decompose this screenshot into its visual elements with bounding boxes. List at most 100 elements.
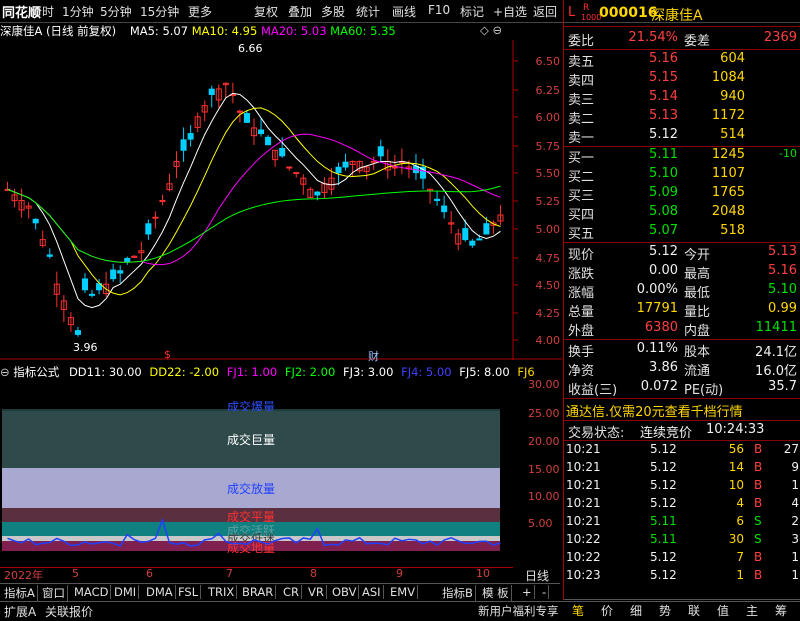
- time-label: 5: [72, 567, 79, 580]
- tick-row: 10:21 5.12 14 B 9: [566, 460, 799, 474]
- extend-a-button[interactable]: 扩展A: [4, 603, 36, 620]
- bid-row[interactable]: 买一 5.11 1245 -10: [564, 147, 800, 166]
- tick-row: 10:21 5.12 4 B 4: [566, 496, 799, 510]
- tab-3[interactable]: DMI: [112, 585, 140, 599]
- tab-2[interactable]: MACD: [72, 585, 112, 599]
- price-axis: 6.50 6.25 6.00 5.75 5.50 5.25 5.00 4.75 4.50 4.25…: [520, 0, 561, 360]
- tb-fenshi[interactable]: 分时: [30, 3, 54, 20]
- time-label: 8: [310, 567, 317, 580]
- tb-f10[interactable]: F10: [428, 3, 450, 17]
- indicator-tick: 20.00: [528, 435, 560, 448]
- ask-row[interactable]: 卖四 5.15 1084: [564, 70, 800, 89]
- bid-row[interactable]: 买四 5.08 2048: [564, 204, 800, 223]
- quote-tab-0[interactable]: 笔: [565, 602, 591, 619]
- tab-9[interactable]: VR: [306, 585, 327, 599]
- stat-row: 总量 17791 量比 0.99: [568, 301, 797, 320]
- assoc-quote-button[interactable]: 关联报价: [45, 603, 93, 620]
- promo-banner[interactable]: 通达信.仅需20元查看千档行情: [564, 401, 800, 420]
- tick-row: 10:21 5.11 6 S 2: [566, 514, 799, 528]
- tick-row: 10:21 5.12 56 B 27: [566, 442, 799, 456]
- settings-icon[interactable]: ◇ ⊖: [480, 23, 502, 37]
- tb-stats[interactable]: 统计: [356, 3, 380, 20]
- candle-body: [74, 330, 81, 335]
- bid-row[interactable]: 买二 5.10 1107: [564, 166, 800, 185]
- candle-body: [152, 216, 159, 219]
- candle-body: [391, 166, 398, 169]
- indicator-menu-icon[interactable]: ⊖: [0, 365, 13, 379]
- tb-fuquan[interactable]: 复权: [254, 3, 278, 20]
- stat2-row: 净资 3.86 流通 16.0亿: [568, 360, 797, 379]
- bid-row[interactable]: 买三 5.09 1765: [564, 185, 800, 204]
- price-tick: 6.25: [535, 84, 561, 97]
- event-marker-s[interactable]: $: [164, 348, 171, 361]
- tab-8[interactable]: CR: [281, 585, 303, 599]
- time-label: 2022年: [4, 569, 43, 582]
- tab-12[interactable]: EMV: [388, 585, 419, 599]
- tb-1min[interactable]: 1分钟: [62, 3, 94, 20]
- tab-daily[interactable]: 日线: [525, 567, 549, 584]
- tab-15[interactable]: +: [520, 585, 535, 599]
- status-bar: 扩展A 关联报价 新用户福利专享: [0, 601, 800, 621]
- fj2-label: FJ2: 2.00: [284, 365, 336, 379]
- time-axis: 2022年 5 6 7 8 9 10: [0, 567, 513, 582]
- candlestick-chart[interactable]: [0, 40, 562, 360]
- tick-row: 10:23 5.12 1 B 1: [566, 568, 799, 582]
- indicator-tick: 30.00: [528, 378, 560, 391]
- ma5-label: MA5: 5.07: [129, 24, 189, 38]
- tab-0[interactable]: 指标A: [2, 585, 38, 601]
- tb-draw[interactable]: 画线: [392, 3, 416, 20]
- time-label: 10: [476, 567, 490, 580]
- indicator-pane[interactable]: 成交爆量 成交巨量 成交放量 成交平量 成交活跃 成交低迷 成交地量: [0, 382, 513, 568]
- tab-10[interactable]: OBV: [330, 585, 360, 599]
- ask-row[interactable]: 卖二 5.13 1172: [564, 108, 800, 127]
- tick-row: 10:22 5.12 7 B 1: [566, 550, 799, 564]
- tb-more[interactable]: 更多: [188, 3, 212, 20]
- indicator-header: ⊖ 指标公式 DD11: 30.00 DD22: -2.00 FJ1: 1.00…: [0, 364, 535, 382]
- tab-5[interactable]: FSL: [176, 585, 202, 599]
- quote-tab-2[interactable]: 细: [623, 602, 649, 619]
- ask-row[interactable]: 卖五 5.16 604: [564, 51, 800, 70]
- tab-7[interactable]: BRAR: [240, 585, 277, 599]
- stat-row: 现价 5.12 今开 5.13: [568, 244, 797, 263]
- tb-mark[interactable]: 标记: [460, 3, 484, 20]
- event-marker-cai[interactable]: 财: [368, 348, 379, 364]
- tab-13[interactable]: 指标B: [440, 585, 476, 601]
- chart-stock-label: 深康佳A: [0, 24, 43, 38]
- ma20-label: MA20: 5.03: [260, 24, 327, 38]
- stat-row: 外盘 6380 内盘 11411: [568, 320, 797, 339]
- tab-6[interactable]: TRIX: [206, 585, 238, 599]
- tb-overlay[interactable]: 叠加: [288, 3, 312, 20]
- quote-tab-7[interactable]: 筹: [768, 602, 794, 619]
- candle-body: [180, 139, 187, 151]
- tab-11[interactable]: ASI: [360, 585, 384, 599]
- indicator-tabs: 指标A 窗口 MACD DMI DMA FSL TRIX BRAR CR VR OBV ASI EMV 指…: [0, 583, 560, 601]
- ask-row[interactable]: 卖三 5.14 940: [564, 89, 800, 108]
- bid-row[interactable]: 买五 5.07 518: [564, 223, 800, 242]
- tb-15min[interactable]: 15分钟: [140, 3, 179, 20]
- candle-body: [89, 293, 96, 296]
- tb-5min[interactable]: 5分钟: [100, 3, 132, 20]
- candle-body: [314, 191, 321, 196]
- indicator-title[interactable]: 指标公式: [13, 365, 59, 379]
- tb-multi[interactable]: 多股: [321, 3, 345, 20]
- quote-tab-3[interactable]: 势: [652, 602, 678, 619]
- quote-tab-6[interactable]: 主: [739, 602, 765, 619]
- candle-body: [110, 269, 117, 280]
- candle-body: [469, 240, 476, 246]
- quote-tab-5[interactable]: 值: [710, 602, 736, 619]
- price-tick: 5.00: [535, 223, 561, 236]
- ask-row[interactable]: 卖一 5.12 514: [564, 127, 800, 146]
- tab-4[interactable]: DMA: [144, 585, 176, 599]
- stat2-row: 换手 0.11% 股本 24.1亿: [568, 341, 797, 360]
- stat-row: 涨跌 0.00 最高 5.16: [568, 263, 797, 282]
- tab-1[interactable]: 窗口: [40, 585, 68, 601]
- stock-code: 000016: [599, 5, 658, 21]
- quote-tab-4[interactable]: 联: [681, 602, 707, 619]
- tab-14[interactable]: 模 板: [480, 585, 512, 601]
- indicator-tick: 10.00: [528, 490, 560, 503]
- promo-link[interactable]: 新用户福利专享: [478, 603, 559, 619]
- quote-tab-1[interactable]: 价: [594, 602, 620, 619]
- quote-title: L R 1000 000016 深康佳A: [568, 3, 703, 24]
- chart-mode[interactable]: (日线 前复权): [46, 24, 116, 38]
- tab-16[interactable]: -: [540, 585, 550, 599]
